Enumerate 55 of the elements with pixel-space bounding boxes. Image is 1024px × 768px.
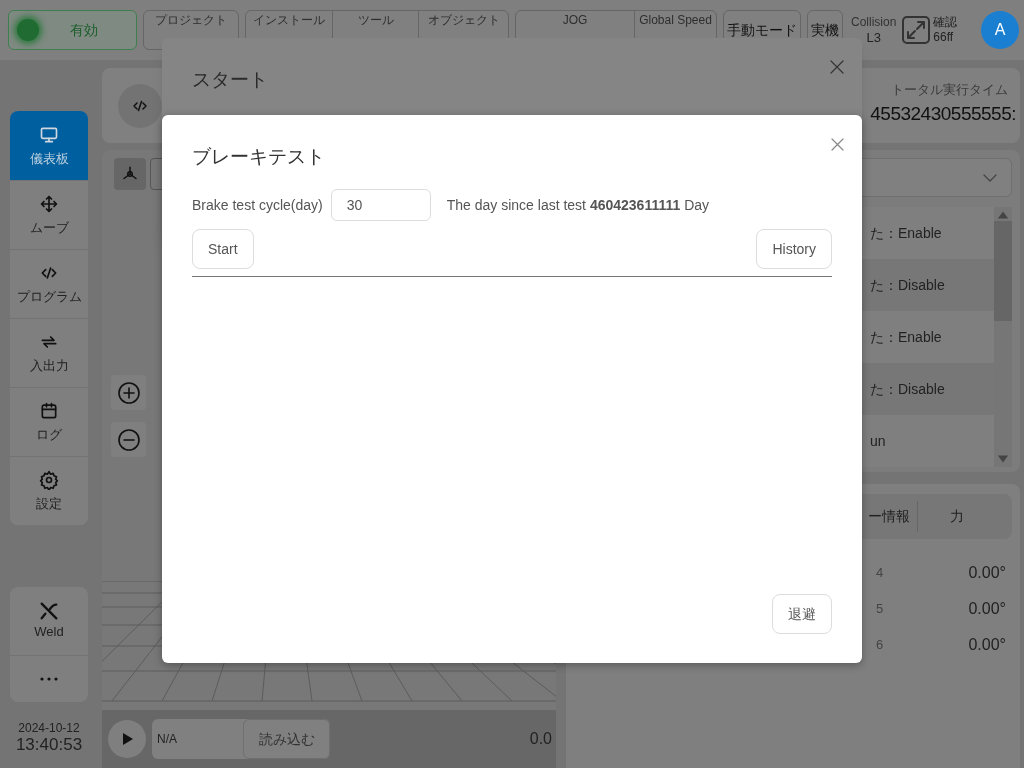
joint-label: 5 bbox=[876, 600, 884, 619]
dialog-title: スタート bbox=[192, 68, 268, 92]
joint-value: 0.00° bbox=[968, 635, 1006, 655]
tab[interactable]: ー情報 bbox=[868, 501, 918, 532]
scrollbar-thumb[interactable] bbox=[994, 221, 1012, 321]
zoom-in-icon bbox=[116, 380, 141, 405]
close-icon bbox=[830, 60, 844, 74]
status-label: オブジェクト bbox=[427, 13, 500, 28]
tab[interactable]: 力 bbox=[918, 501, 964, 532]
close-button[interactable] bbox=[830, 60, 844, 74]
status-label: Global Speed bbox=[639, 13, 712, 28]
date-text: 2024-10-12 bbox=[18, 721, 80, 735]
scroll-down-icon bbox=[997, 454, 1009, 464]
collision-label: Collision bbox=[851, 14, 897, 30]
cycle-label: Brake test cycle(day) bbox=[192, 195, 323, 215]
scrollbar[interactable] bbox=[994, 207, 1012, 467]
clock-text: 13:40:53 bbox=[15, 735, 83, 755]
status-label: プロジェクト bbox=[155, 13, 227, 28]
joint-value: 0.00° bbox=[968, 563, 1006, 583]
user-avatar[interactable]: A bbox=[981, 11, 1019, 49]
status-label: JOG bbox=[562, 13, 588, 28]
status-label: インストール bbox=[253, 13, 325, 28]
play-icon bbox=[121, 732, 133, 746]
collision-value: L3 bbox=[866, 29, 881, 46]
start-button[interactable]: Start bbox=[192, 229, 254, 269]
zoom-in-button[interactable] bbox=[111, 375, 146, 410]
expand-icon bbox=[902, 16, 931, 44]
calendar-icon bbox=[39, 401, 59, 421]
joint-value: 0.00° bbox=[968, 599, 1006, 619]
settings-icon bbox=[39, 470, 59, 490]
joint-label: 4 bbox=[876, 564, 884, 583]
more-icon bbox=[39, 676, 59, 682]
cycle-input[interactable]: 30 bbox=[330, 189, 431, 221]
evade-button[interactable]: 退避 bbox=[772, 594, 832, 634]
confirm-label: 確認 bbox=[933, 15, 958, 30]
chevron-down-icon bbox=[983, 173, 997, 182]
load-button[interactable]: 読み込む bbox=[243, 719, 330, 759]
close-button[interactable] bbox=[831, 138, 844, 151]
close-icon bbox=[831, 138, 844, 151]
speed-reading: 0.0 bbox=[529, 729, 552, 749]
axis-view-button[interactable] bbox=[114, 158, 146, 190]
zoom-out-button[interactable] bbox=[111, 422, 146, 457]
history-button[interactable]: History bbox=[756, 229, 832, 269]
play-button[interactable] bbox=[108, 720, 146, 758]
joint-label: 6 bbox=[876, 636, 884, 655]
file-field[interactable]: N/A bbox=[152, 730, 242, 748]
dialog-title: ブレーキテスト bbox=[192, 145, 326, 169]
status-button[interactable]: 有効 bbox=[8, 10, 137, 50]
confirm-value: 66ff bbox=[933, 30, 955, 45]
status-label: ツール bbox=[357, 13, 394, 28]
move-arrows-icon bbox=[39, 194, 59, 214]
runtime-value: 45532430555555: bbox=[870, 101, 1016, 126]
last-test-text: The day since last test 460423611111 Day bbox=[446, 195, 710, 215]
sidebar-item[interactable]: 儀表板 bbox=[10, 111, 88, 180]
zoom-out-icon bbox=[116, 427, 141, 452]
